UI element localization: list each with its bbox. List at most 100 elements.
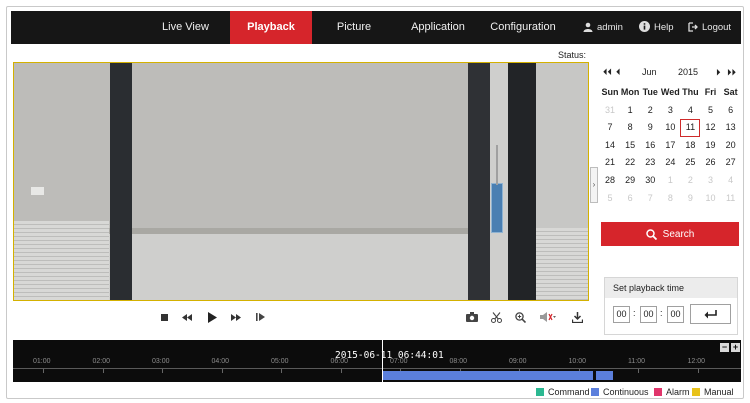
minute-field[interactable]: 00 [640, 306, 657, 323]
search-button[interactable]: Search [601, 222, 739, 246]
calendar-day[interactable]: 12 [700, 119, 720, 137]
zoom-in-button[interactable]: + [731, 343, 740, 352]
calendar-day[interactable]: 29 [620, 172, 640, 190]
tab-application[interactable]: Application [402, 11, 474, 44]
panel-collapse-handle[interactable]: › [590, 167, 598, 203]
calendar-day[interactable]: 5 [600, 190, 620, 208]
calendar-week-row: 31 1 2 3 4 5 6 [600, 102, 741, 120]
timeline-tick-mark [221, 369, 223, 373]
calendar-day[interactable]: 14 [600, 137, 620, 155]
timeline-baseline [13, 368, 741, 369]
current-time-label: 2015-06-11 06:44:01 [335, 350, 444, 361]
calendar-day[interactable]: 26 [700, 154, 720, 172]
calendar-day[interactable]: 7 [640, 190, 660, 208]
double-chevron-left-icon[interactable]: ⏴⏴ [603, 67, 612, 78]
calendar-day[interactable]: 10 [660, 119, 680, 137]
volume-control[interactable] [537, 309, 559, 325]
calendar-day[interactable]: 15 [620, 137, 640, 155]
timeline-tick-mark [162, 369, 163, 373]
help-link[interactable]: Help [639, 11, 674, 44]
weekday-label: Mon [620, 87, 640, 97]
scissors-icon [490, 311, 502, 323]
capture-button[interactable] [465, 309, 479, 325]
weekday-label: Fri [704, 87, 717, 97]
calendar-day[interactable]: 6 [721, 102, 741, 120]
calendar-day[interactable]: 1 [660, 172, 680, 190]
video-player[interactable] [13, 62, 589, 301]
calendar-day[interactable]: 30 [640, 172, 660, 190]
zoom-out-button[interactable]: − [720, 343, 729, 352]
calendar-day[interactable]: 8 [620, 119, 640, 137]
frame-step-button[interactable] [253, 309, 267, 325]
calendar-day[interactable]: 8 [660, 190, 680, 208]
calendar-year[interactable]: 2015 [678, 67, 698, 77]
calendar-day[interactable]: 20 [721, 137, 741, 155]
calendar-day[interactable]: 9 [640, 119, 660, 137]
calendar-day[interactable]: 9 [680, 190, 700, 208]
calendar-week-row: 5 6 7 8 9 10 11 [600, 190, 741, 208]
calendar-day[interactable]: 3 [700, 172, 720, 190]
clip-button[interactable] [489, 309, 503, 325]
download-button[interactable] [570, 309, 584, 325]
weekday-label: Tue [642, 87, 658, 97]
recording-segment[interactable] [383, 371, 593, 380]
calendar-day[interactable]: 4 [680, 102, 700, 120]
calendar-day[interactable]: 31 [600, 102, 620, 120]
calendar-day[interactable]: 16 [640, 137, 660, 155]
calendar-day[interactable]: 19 [700, 137, 720, 155]
calendar-day[interactable]: 17 [660, 137, 680, 155]
chevron-left-icon[interactable]: ⏴ [616, 67, 621, 78]
tab-live-view[interactable]: Live View [150, 11, 221, 44]
stop-button[interactable] [158, 309, 170, 325]
rewind-icon [182, 313, 192, 321]
calendar-day[interactable]: 10 [700, 190, 720, 208]
frame-step-icon [255, 313, 265, 321]
rewind-button[interactable] [180, 309, 194, 325]
calendar-month[interactable]: Jun [642, 67, 657, 77]
calendar-day[interactable]: 1 [620, 102, 640, 120]
hour-field[interactable]: 00 [613, 306, 630, 323]
fast-forward-button[interactable] [229, 309, 243, 325]
video-pillar-middle [468, 63, 490, 300]
calendar-day[interactable]: 13 [721, 119, 741, 137]
chevron-right-icon[interactable]: ⏵ [716, 67, 721, 78]
calendar-day[interactable]: 4 [721, 172, 741, 190]
calendar-day[interactable]: 2 [680, 172, 700, 190]
legend-swatch [591, 388, 599, 396]
recording-segment[interactable] [596, 371, 613, 380]
tab-picture[interactable]: Picture [322, 11, 386, 44]
calendar-day[interactable]: 24 [660, 154, 680, 172]
calendar-day[interactable]: 11 [721, 190, 741, 208]
calendar-day[interactable]: 6 [620, 190, 640, 208]
calendar-day[interactable]: 11 [680, 119, 701, 137]
second-field[interactable]: 00 [667, 306, 684, 323]
logout-link[interactable]: Logout [688, 11, 731, 44]
legend-label: Continuous [603, 387, 649, 397]
calendar-day[interactable]: 23 [640, 154, 660, 172]
calendar-day[interactable]: 21 [600, 154, 620, 172]
calendar-day[interactable]: 18 [680, 137, 700, 155]
calendar-day[interactable]: 5 [700, 102, 720, 120]
set-playback-time-panel: Set playback time 00 : 00 : 00 [604, 277, 738, 335]
video-pillar-right [508, 63, 536, 300]
tab-playback[interactable]: Playback [230, 11, 312, 44]
calendar-day[interactable]: 22 [620, 154, 640, 172]
zoom-in-icon [514, 311, 526, 323]
calendar-day[interactable]: 25 [680, 154, 700, 172]
user-menu[interactable]: admin [583, 11, 623, 44]
timeline-tick-label: 12:00 [687, 358, 706, 365]
calendar-day[interactable]: 7 [600, 119, 620, 137]
calendar-day[interactable]: 3 [660, 102, 680, 120]
double-chevron-right-icon[interactable]: ⏵⏵ [727, 67, 736, 78]
username-label: admin [597, 22, 623, 33]
calendar-day[interactable]: 28 [600, 172, 620, 190]
calendar-day[interactable]: 27 [721, 154, 741, 172]
timeline[interactable]: 01:00 02:00 03:00 04:00 05:00 06:00 07:00 08:00… [13, 340, 741, 382]
goto-time-button[interactable] [690, 304, 731, 324]
logout-icon [688, 22, 698, 32]
play-button[interactable] [205, 309, 219, 325]
digital-zoom-button[interactable] [513, 309, 527, 325]
calendar-header: ⏴⏴ ⏴ Jun 2015 ⏵ ⏵⏵ [600, 64, 741, 82]
calendar-day[interactable]: 2 [640, 102, 660, 120]
tab-configuration[interactable]: Configuration [485, 11, 561, 44]
